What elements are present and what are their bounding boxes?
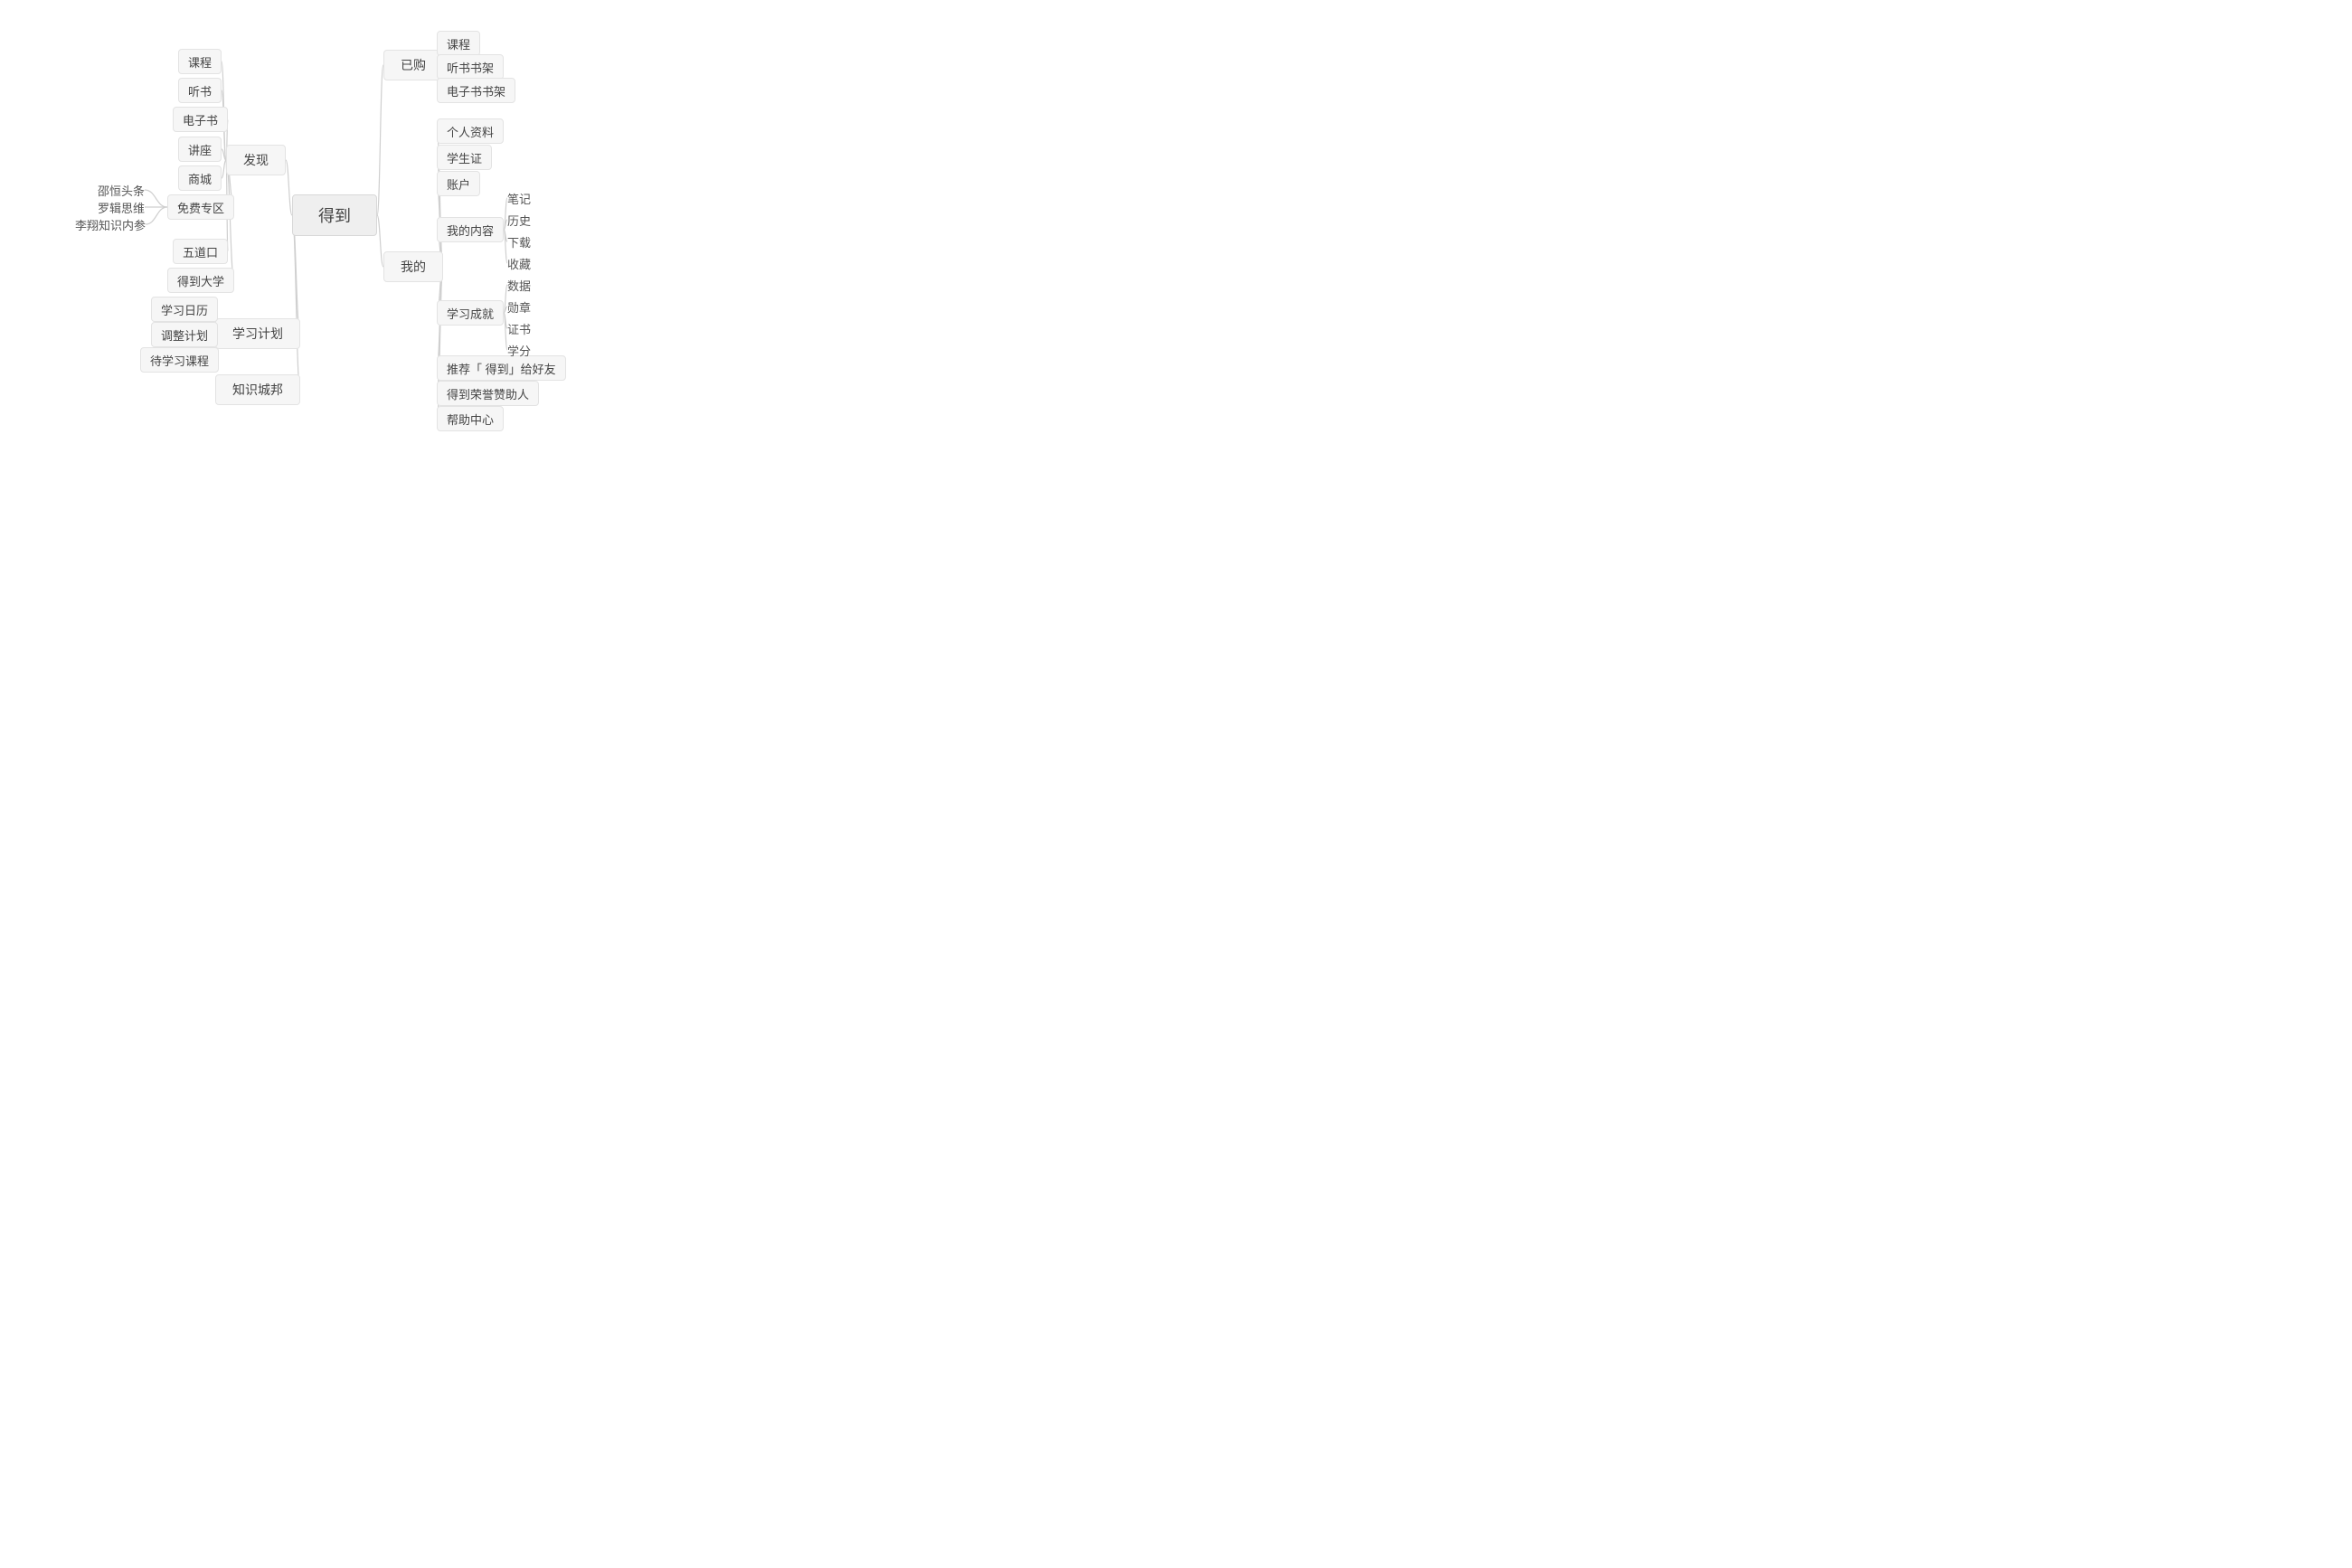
leaf-pending[interactable]: 待学习课程: [140, 347, 219, 373]
leaf-data[interactable]: 数据: [507, 276, 531, 294]
leaf-wudaokou[interactable]: 五道口: [173, 239, 228, 264]
leaf-adjust[interactable]: 调整计划: [151, 322, 218, 347]
leaf-lixiang[interactable]: 李翔知识内参: [75, 215, 146, 233]
leaf-download[interactable]: 下载: [507, 232, 531, 250]
leaf-course-left[interactable]: 课程: [178, 49, 222, 74]
branch-mine[interactable]: 我的: [383, 251, 443, 282]
leaf-ebook-shelf[interactable]: 电子书书架: [437, 78, 515, 103]
leaf-listen-shelf[interactable]: 听书书架: [437, 54, 504, 80]
leaf-lecture-left[interactable]: 讲座: [178, 137, 222, 162]
leaf-ebook-left[interactable]: 电子书: [173, 107, 228, 132]
leaf-dedao-univ[interactable]: 得到大学: [167, 268, 234, 293]
branch-free-zone[interactable]: 免费专区: [167, 194, 234, 220]
leaf-mall-left[interactable]: 商城: [178, 165, 222, 191]
leaf-credit[interactable]: 学分: [507, 341, 531, 359]
leaf-account[interactable]: 账户: [437, 171, 480, 196]
branch-purchased[interactable]: 已购: [383, 50, 443, 80]
branch-my-content[interactable]: 我的内容: [437, 217, 504, 242]
mindmap-canvas: 得到 发现 课程 听书 电子书 讲座 商城 免费专区 五道口 得到大学 邵恒头条…: [0, 0, 1176, 784]
leaf-history[interactable]: 历史: [507, 211, 531, 229]
leaf-medal[interactable]: 勋章: [507, 298, 531, 316]
leaf-luoji[interactable]: 罗辑思维: [98, 198, 145, 216]
leaf-student-id[interactable]: 学生证: [437, 145, 492, 170]
root-node[interactable]: 得到: [292, 194, 377, 236]
branch-discover[interactable]: 发现: [226, 145, 286, 175]
leaf-recommend[interactable]: 推荐「 得到」给好友: [437, 355, 566, 381]
branch-study-plan[interactable]: 学习计划: [215, 318, 300, 349]
branch-achievement[interactable]: 学习成就: [437, 300, 504, 326]
leaf-shaoheng[interactable]: 邵恒头条: [98, 181, 145, 199]
leaf-notes[interactable]: 笔记: [507, 189, 531, 207]
leaf-help[interactable]: 帮助中心: [437, 406, 504, 431]
leaf-listen-left[interactable]: 听书: [178, 78, 222, 103]
leaf-sponsor[interactable]: 得到荣誉赞助人: [437, 381, 539, 406]
branch-city[interactable]: 知识城邦: [215, 374, 300, 405]
leaf-profile[interactable]: 个人资料: [437, 118, 504, 144]
leaf-favorite[interactable]: 收藏: [507, 254, 531, 272]
leaf-cert[interactable]: 证书: [507, 319, 531, 337]
leaf-course-right[interactable]: 课程: [437, 31, 480, 56]
leaf-calendar[interactable]: 学习日历: [151, 297, 218, 322]
